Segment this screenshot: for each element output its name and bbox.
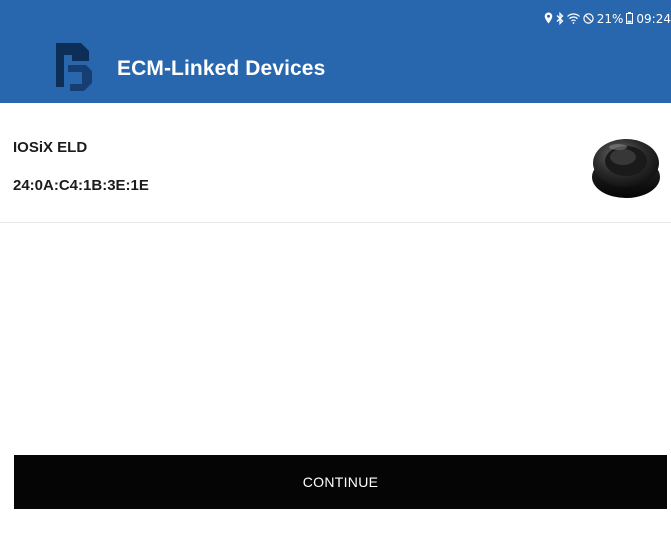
screen: 21% 09:24 ECM-Linked Devices IOSiX ELD 2… (0, 0, 671, 533)
app-bar: 21% 09:24 ECM-Linked Devices (0, 0, 671, 103)
status-time: 09:24 (636, 12, 671, 26)
status-bar: 21% 09:24 (544, 10, 671, 28)
bluetooth-icon (556, 11, 564, 27)
location-icon (544, 12, 553, 26)
do-not-disturb-icon (583, 12, 594, 26)
battery-icon (626, 12, 634, 26)
page-title: ECM-Linked Devices (117, 57, 326, 80)
device-list-item[interactable]: IOSiX ELD 24:0A:C4:1B:3E:1E (0, 103, 671, 223)
continue-button[interactable]: CONTINUE (14, 455, 667, 509)
device-mac-address: 24:0A:C4:1B:3E:1E (13, 177, 149, 194)
eld-device-icon (588, 133, 664, 201)
battery-percent: 21% (596, 12, 624, 26)
wifi-icon (566, 12, 580, 26)
app-logo (48, 40, 98, 92)
device-name: IOSiX ELD (13, 139, 88, 156)
